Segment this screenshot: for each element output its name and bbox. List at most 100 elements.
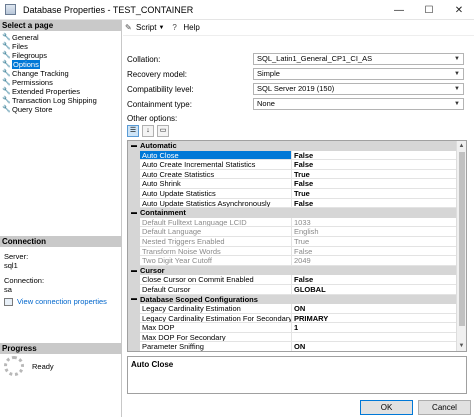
collapse-icon[interactable]: ▬ [128,143,140,149]
property-value[interactable]: True [292,170,458,180]
grid-category[interactable]: ▬ Database Scoped Configurations [128,294,458,305]
property-name[interactable]: Max DOP [140,323,292,333]
connection-properties-icon [4,297,13,306]
collapse-icon[interactable]: ▬ [128,296,140,302]
collapse-icon[interactable]: ▬ [128,268,140,274]
property-pages-icon[interactable]: ▭ [157,125,169,137]
chevron-down-icon[interactable]: ▼ [158,25,164,31]
alphabetical-sort-icon[interactable]: ↓ [142,125,154,137]
grid-category[interactable]: ▬ Cursor [128,265,458,276]
scroll-down-icon[interactable]: ▼ [457,341,466,351]
page-item-change-tracking[interactable]: 🔧 Change Tracking [0,69,121,78]
property-value[interactable]: False [292,199,458,209]
property-name[interactable]: Auto Create Incremental Statistics [140,160,292,170]
grid-row[interactable]: Parameter Sniffing ON [128,342,458,351]
grid-row[interactable]: Close Cursor on Commit Enabled False [128,275,458,285]
page-item-options[interactable]: 🔧 Options [0,60,121,69]
grid-row[interactable]: Auto Create Incremental Statistics False [128,160,458,170]
property-name[interactable]: Default Fulltext Language LCID [140,217,292,228]
cancel-button[interactable]: Cancel [418,400,471,415]
property-value[interactable]: GLOBAL [292,285,458,295]
grid-category[interactable]: ▬ Automatic [128,141,458,151]
property-name[interactable]: Parameter Sniffing [140,342,292,351]
wrench-icon: 🔧 [2,106,11,113]
grid-category[interactable]: ▬ Containment [128,208,458,218]
grid-row[interactable]: Max DOP 1 [128,323,458,333]
select-page-header: Select a page [0,20,121,31]
property-name[interactable]: Max DOP For Secondary [140,332,292,343]
property-value[interactable]: False [292,275,458,285]
connection-label: Connection: [4,276,45,285]
compatibility-level-row: Compatibility level: SQL Server 2019 (15… [127,83,464,95]
grid-row[interactable]: Auto Update Statistics True [128,188,458,199]
property-value[interactable]: 1 [292,323,458,333]
grid-row[interactable]: Legacy Cardinality Estimation For Second… [128,313,458,324]
ok-button[interactable]: OK [360,400,413,415]
compatibility-level-select[interactable]: SQL Server 2019 (150) ▼ [253,83,464,95]
minimize-button[interactable]: — [384,0,414,20]
property-value[interactable]: False [292,151,458,161]
property-grid: ▬ Automatic Auto Close False Auto Create Inc… [127,140,467,352]
property-grid-scrollbar[interactable]: ▲ ▼ [456,141,466,351]
property-name[interactable]: Legacy Cardinality Estimation [140,304,292,314]
page-item-general[interactable]: 🔧 General [0,33,121,42]
property-name[interactable]: Close Cursor on Commit Enabled [140,275,292,285]
scrollbar-thumb[interactable] [459,152,465,326]
scroll-up-icon[interactable]: ▲ [457,141,466,151]
property-value[interactable]: False [292,160,458,170]
grid-row[interactable]: Auto Create Statistics True [128,169,458,180]
property-value[interactable]: True [292,189,458,199]
view-connection-properties-label[interactable]: View connection properties [17,297,107,306]
page-item-label: Change Tracking [12,69,69,78]
collapse-icon[interactable]: ▬ [128,210,140,216]
script-button[interactable]: ✎ Script ▼ [125,23,164,32]
page-item-extended-properties[interactable]: 🔧 Extended Properties [0,87,121,96]
property-name[interactable]: Auto Create Statistics [140,169,292,180]
property-name[interactable]: Nested Triggers Enabled [140,236,292,247]
property-value[interactable]: ON [292,304,458,314]
page-list: 🔧 General 🔧 Files 🔧 Filegroups 🔧 Options 🔧 Change… [0,33,121,114]
page-item-query-store[interactable]: 🔧 Query Store [0,105,121,114]
view-connection-properties-link[interactable]: View connection properties [4,297,107,306]
containment-type-select[interactable]: None ▼ [253,98,464,110]
property-value[interactable] [292,333,458,343]
grid-row[interactable]: Default Language English [128,227,458,237]
page-item-permissions[interactable]: 🔧 Permissions [0,78,121,87]
grid-row[interactable]: Legacy Cardinality Estimation ON [128,304,458,314]
property-name[interactable]: Transform Noise Words [140,246,292,257]
property-name[interactable]: Default Cursor [140,284,292,295]
grid-row[interactable]: Nested Triggers Enabled True [128,236,458,247]
help-button[interactable]: ? Help [172,23,199,32]
page-item-filegroups[interactable]: 🔧 Filegroups [0,51,121,60]
property-name[interactable]: Default Language [140,227,292,237]
property-name[interactable]: Auto Update Statistics [140,188,292,199]
recovery-model-select[interactable]: Simple ▼ [253,68,464,80]
property-name[interactable]: Auto Shrink [140,179,292,189]
close-button[interactable]: ✕ [444,0,474,20]
categorized-view-icon[interactable]: ☰ [127,125,139,137]
grid-row[interactable]: Default Fulltext Language LCID 1033 [128,217,458,228]
property-value[interactable]: PRIMARY [292,314,458,324]
maximize-button[interactable]: ☐ [414,0,444,20]
property-value[interactable]: False [292,179,458,189]
compatibility-level-value: SQL Server 2019 (150) [257,84,335,93]
grid-row[interactable]: Default Cursor GLOBAL [128,284,458,295]
grid-row[interactable]: Max DOP For Secondary [128,332,458,343]
property-name[interactable]: Auto Close [140,150,292,161]
page-item-transaction-log-shipping[interactable]: 🔧 Transaction Log Shipping [0,96,121,105]
recovery-model-label: Recovery model: [127,69,188,79]
property-name[interactable]: Legacy Cardinality Estimation For Second… [140,313,292,324]
property-name[interactable]: Two Digit Year Cutoff [140,256,292,266]
page-item-files[interactable]: 🔧 Files [0,42,121,51]
grid-row[interactable]: Auto Shrink False [128,179,458,189]
script-icon: ✎ [125,22,132,32]
property-name[interactable]: Auto Update Statistics Asynchronously [140,198,292,209]
grid-row[interactable]: Auto Update Statistics Asynchronously Fal… [128,198,458,209]
grid-row[interactable]: Two Digit Year Cutoff 2049 [128,256,458,266]
collation-select[interactable]: SQL_Latin1_General_CP1_CI_AS ▼ [253,53,464,65]
help-icon: ? [172,22,177,32]
grid-row[interactable]: Auto Close False [128,150,458,161]
property-value[interactable]: ON [292,342,458,351]
property-value: True [292,237,458,247]
grid-row[interactable]: Transform Noise Words False [128,246,458,257]
